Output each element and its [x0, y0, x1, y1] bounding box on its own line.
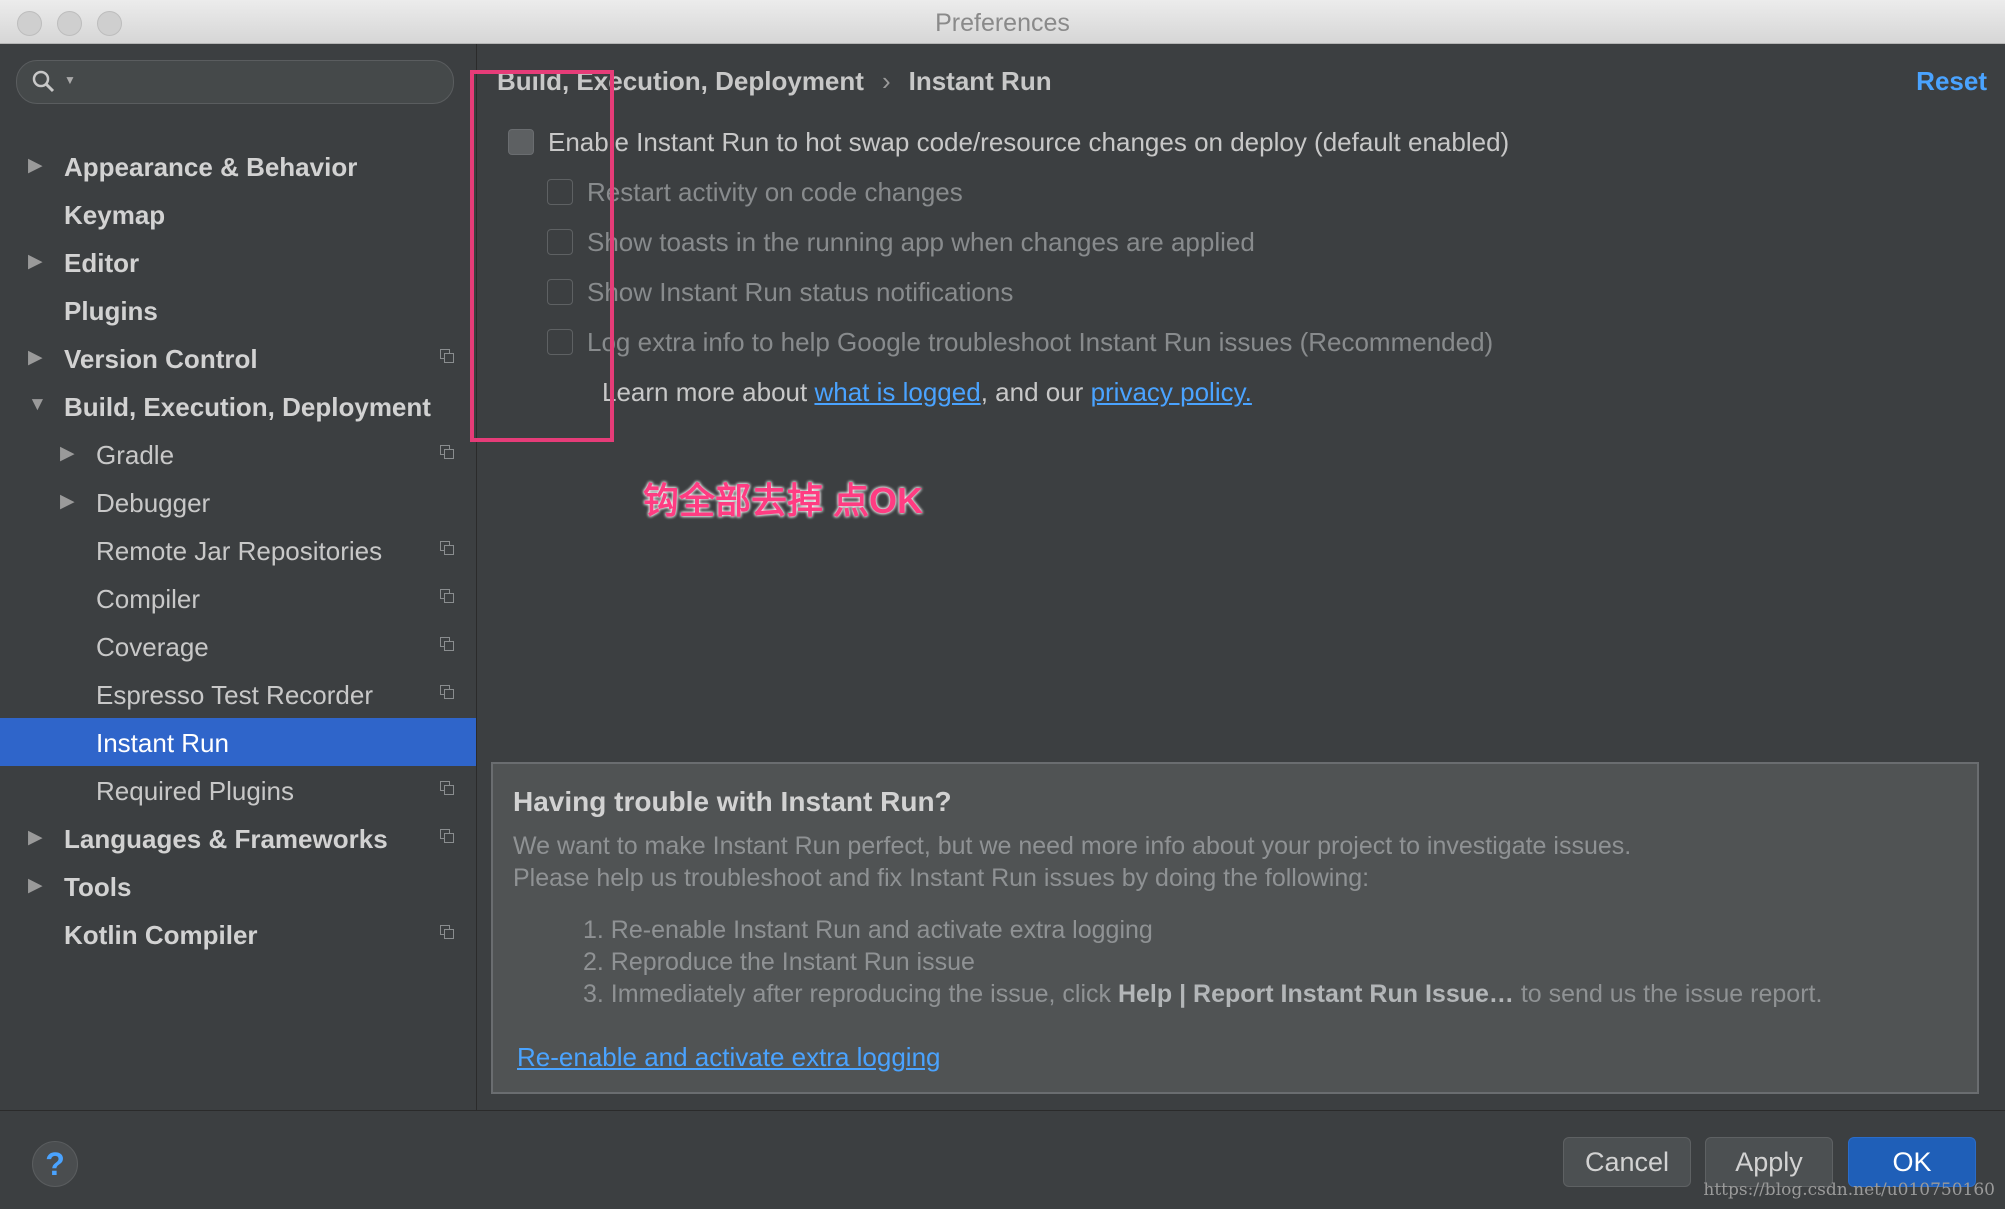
trouble-line-1: We want to make Instant Run perfect, but…	[513, 832, 1632, 860]
expand-right-arrow-icon[interactable]: ▶	[28, 874, 43, 897]
content-pane: Build, Execution, Deployment › Instant Run…	[477, 44, 2005, 1110]
title-bar: Preferences	[0, 0, 2005, 44]
reenable-logging-link[interactable]: Re-enable and activate extra logging	[517, 1042, 941, 1073]
enable-instant-run-label: Enable Instant Run to hot swap code/reso…	[548, 127, 1510, 157]
sidebar-item-label: Editor	[64, 248, 140, 278]
learn-more-text: Learn more about what is logged, and our…	[602, 377, 1252, 408]
sidebar-item-label: Required Plugins	[96, 776, 295, 806]
project-level-settings-icon	[440, 541, 454, 555]
sidebar-item-debugger[interactable]: ▶ Debugger	[0, 478, 476, 526]
sidebar-item-plugins[interactable]: Plugins	[0, 286, 476, 334]
project-level-settings-icon	[440, 349, 454, 363]
trouble-step-3: 3. Immediately after reproducing the iss…	[583, 980, 1822, 1009]
restart-activity-label: Restart activity on code changes	[587, 177, 963, 207]
sidebar-item-label: Kotlin Compiler	[64, 920, 258, 950]
expand-right-arrow-icon[interactable]: ▶	[60, 490, 75, 513]
sidebar-item-appearance-behavior[interactable]: ▶ Appearance & Behavior	[0, 142, 476, 190]
sidebar-item-instant-run[interactable]: Instant Run	[0, 718, 476, 766]
project-level-settings-icon	[440, 637, 454, 651]
watermark: https://blog.csdn.net/u010750160	[1703, 1180, 1995, 1200]
breadcrumb-separator-icon: ›	[881, 66, 891, 96]
trouble-step-1: 1. Re-enable Instant Run and activate ex…	[583, 916, 1153, 944]
sidebar-item-build-execution-deployment[interactable]: ▼ Build, Execution, Deployment	[0, 382, 476, 430]
sidebar-item-label: Compiler	[96, 584, 201, 614]
expand-right-arrow-icon[interactable]: ▶	[28, 346, 43, 369]
privacy-policy-link[interactable]: privacy policy.	[1091, 377, 1252, 407]
expand-right-arrow-icon[interactable]: ▶	[28, 154, 43, 177]
breadcrumb-current: Instant Run	[908, 66, 1052, 96]
sidebar-item-coverage[interactable]: Coverage	[0, 622, 476, 670]
sidebar-item-label: Remote Jar Repositories	[96, 536, 383, 566]
project-level-settings-icon	[440, 445, 454, 459]
sidebar-item-label: Gradle	[96, 440, 175, 470]
window-title: Preferences	[935, 9, 1070, 37]
sidebar-item-label: Appearance & Behavior	[64, 152, 358, 182]
status-notifications-label: Show Instant Run status notifications	[587, 277, 1014, 307]
trouble-step-3-prefix: 3. Immediately after reproducing the iss…	[583, 980, 1118, 1008]
sidebar-item-label: Instant Run	[96, 728, 229, 758]
sidebar-item-compiler[interactable]: Compiler	[0, 574, 476, 622]
help-button[interactable]: ?	[32, 1141, 78, 1187]
trouble-line-2: Please help us troubleshoot and fix Inst…	[513, 864, 1370, 892]
learn-more-middle: , and our	[980, 377, 1091, 407]
project-level-settings-icon	[440, 925, 454, 939]
expand-right-arrow-icon[interactable]: ▶	[60, 442, 75, 465]
show-toasts-label: Show toasts in the running app when chan…	[587, 227, 1255, 257]
reset-link[interactable]: Reset	[1916, 66, 1987, 97]
settings-search-input[interactable]: ▼	[16, 60, 454, 104]
what-is-logged-link[interactable]: what is logged	[814, 377, 980, 407]
sidebar-item-version-control[interactable]: ▶ Version Control	[0, 334, 476, 382]
annotation-highlight-box	[470, 70, 614, 442]
sidebar-item-label: Keymap	[64, 200, 166, 230]
trouble-step-2: 2. Reproduce the Instant Run issue	[583, 948, 975, 976]
settings-sidebar: ▼ ▶ Appearance & Behavior Keymap ▶ Editor Plu…	[0, 44, 477, 1110]
sidebar-item-tools[interactable]: ▶ Tools	[0, 862, 476, 910]
sidebar-item-label: Version Control	[64, 344, 258, 374]
sidebar-item-label: Debugger	[96, 488, 211, 518]
sidebar-item-required-plugins[interactable]: Required Plugins	[0, 766, 476, 814]
annotation-text: 钩全部去掉 点OK	[643, 480, 924, 521]
sidebar-item-kotlin-compiler[interactable]: Kotlin Compiler	[0, 910, 476, 958]
trouble-panel: Having trouble with Instant Run? We want…	[491, 762, 1979, 1094]
sidebar-item-espresso-test-recorder[interactable]: Espresso Test Recorder	[0, 670, 476, 718]
sidebar-item-label: Coverage	[96, 632, 209, 662]
dialog-footer: ? Cancel Apply OK https://blog.csdn.net/…	[0, 1110, 2005, 1209]
project-level-settings-icon	[440, 781, 454, 795]
sidebar-item-label: Plugins	[64, 296, 158, 326]
project-level-settings-icon	[440, 685, 454, 699]
project-level-settings-icon	[440, 589, 454, 603]
expand-right-arrow-icon[interactable]: ▶	[28, 250, 43, 273]
sidebar-item-label: Tools	[64, 872, 132, 902]
sidebar-item-remote-jar-repositories[interactable]: Remote Jar Repositories	[0, 526, 476, 574]
project-level-settings-icon	[440, 829, 454, 843]
trouble-title: Having trouble with Instant Run?	[513, 786, 952, 817]
report-issue-menu-path: Help | Report Instant Run Issue…	[1117, 980, 1514, 1008]
search-options-chevron-down-icon[interactable]: ▼	[64, 73, 76, 87]
sidebar-item-label: Languages & Frameworks	[64, 824, 388, 854]
sidebar-item-label: Build, Execution, Deployment	[64, 392, 431, 422]
expand-right-arrow-icon[interactable]: ▶	[28, 826, 43, 849]
cancel-button[interactable]: Cancel	[1563, 1137, 1691, 1187]
sidebar-item-editor[interactable]: ▶ Editor	[0, 238, 476, 286]
sidebar-item-gradle[interactable]: ▶ Gradle	[0, 430, 476, 478]
learn-more-prefix: Learn more about	[602, 377, 815, 407]
sidebar-item-label: Espresso Test Recorder	[96, 680, 373, 710]
log-extra-info-label: Log extra info to help Google troublesho…	[587, 327, 1494, 357]
sidebar-item-keymap[interactable]: Keymap	[0, 190, 476, 238]
sidebar-item-languages-frameworks[interactable]: ▶ Languages & Frameworks	[0, 814, 476, 862]
trouble-step-3-suffix: to send us the issue report.	[1513, 980, 1823, 1008]
expand-down-arrow-icon[interactable]: ▼	[28, 394, 47, 416]
search-icon	[32, 70, 55, 93]
